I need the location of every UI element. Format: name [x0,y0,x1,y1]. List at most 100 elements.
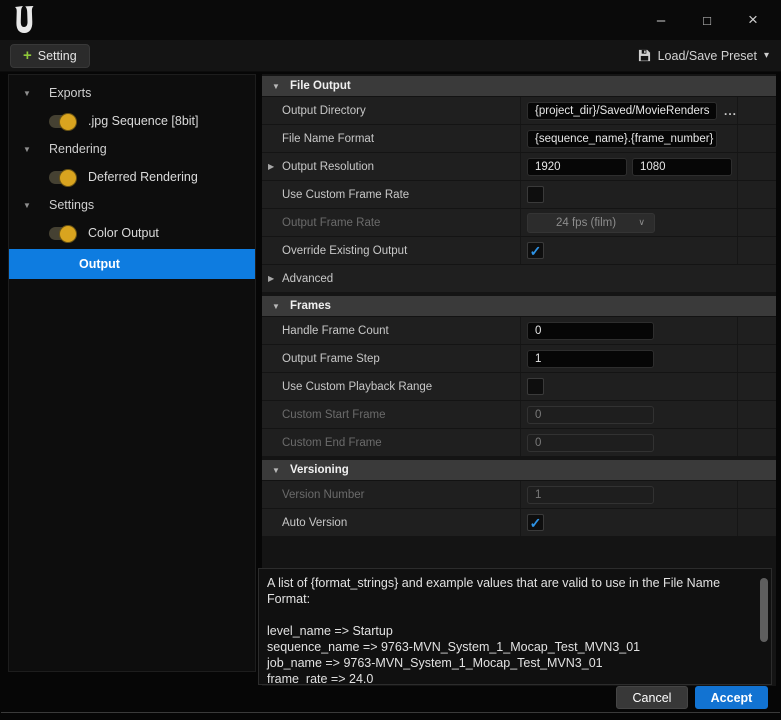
help-text-line [267,607,757,623]
chevron-down-icon: ▼ [272,302,284,311]
version-number-label: Version Number [282,489,364,501]
movie-render-queue-settings-window: – □ × + Setting Load/Save Preset ▾ ▼ Exp… [0,0,781,720]
row-use-custom-frame-rate: Use Custom Frame Rate ✓ [262,181,776,209]
toggle-on-icon[interactable] [49,227,76,240]
custom-end-frame-label: Custom End Frame [282,437,382,449]
file-name-format-label: File Name Format [282,133,374,145]
dialog-footer: Cancel Accept [616,686,768,709]
tree-item-output-selected[interactable]: Output [9,249,255,279]
expand-arrow-icon: ▶ [268,274,274,283]
expand-arrow-icon[interactable]: ▶ [268,162,274,171]
section-title: Frames [290,300,331,312]
tree-item-deferred-rendering[interactable]: Deferred Rendering [9,163,255,191]
settings-tree-sidebar: ▼ Exports .jpg Sequence [8bit] ▼ Renderi… [8,74,256,672]
tree-group-label: Rendering [49,142,107,156]
maximize-button[interactable]: □ [691,7,723,33]
row-advanced-expander[interactable]: ▶ Advanced [262,265,776,293]
title-bar: – □ × [0,0,781,40]
override-existing-output-checkbox[interactable]: ✓ [527,242,544,259]
tree-item-label: Output [79,257,120,271]
help-text-line: level_name => Startup [267,623,757,639]
minimize-button[interactable]: – [645,7,677,33]
section-header-file-output[interactable]: ▼ File Output [262,76,776,97]
auto-version-label: Auto Version [282,517,347,529]
accept-button[interactable]: Accept [695,686,768,709]
handle-frame-count-label: Handle Frame Count [282,325,389,337]
caret-down-icon: ▾ [764,50,769,61]
tree-item-label: .jpg Sequence [8bit] [88,114,199,128]
section-title: Versioning [290,464,349,476]
handle-frame-count-field[interactable]: 0 [527,322,654,340]
tree-group-exports[interactable]: ▼ Exports [9,79,255,107]
chevron-down-icon: ▼ [23,145,37,154]
window-controls: – □ × [645,7,781,33]
close-button[interactable]: × [737,7,769,33]
output-frame-step-field[interactable]: 1 [527,350,654,368]
toggle-on-icon[interactable] [49,171,76,184]
version-number-field: 1 [527,486,654,504]
row-output-resolution: ▶ Output Resolution 1920 1080 [262,153,776,181]
use-custom-frame-rate-checkbox[interactable]: ✓ [527,186,544,203]
resolution-width-field[interactable]: 1920 [527,158,627,176]
row-custom-end-frame: Custom End Frame 0 [262,429,776,457]
row-version-number: Version Number 1 [262,481,776,509]
output-frame-step-label: Output Frame Step [282,353,380,365]
row-override-existing-output: Override Existing Output ✓ [262,237,776,265]
override-existing-output-label: Override Existing Output [282,245,407,257]
row-handle-frame-count: Handle Frame Count 0 [262,317,776,345]
section-header-frames[interactable]: ▼ Frames [262,296,776,317]
toggle-on-icon[interactable] [49,115,76,128]
advanced-label: Advanced [282,273,333,285]
save-icon [638,49,651,62]
output-directory-field[interactable]: {project_dir}/Saved/MovieRenders [527,102,717,120]
custom-end-frame-field: 0 [527,434,654,452]
preset-label: Load/Save Preset [658,49,757,63]
description-scrollbar[interactable] [760,578,768,642]
row-use-custom-playback-range: Use Custom Playback Range ✓ [262,373,776,401]
tree-item-label: Color Output [88,226,159,240]
output-resolution-label: Output Resolution [282,161,374,173]
format-strings-help-box: A list of {format_strings} and example v… [258,568,772,685]
row-file-name-format: File Name Format {sequence_name}.{frame_… [262,125,776,153]
tree-item-color-output[interactable]: Color Output [9,219,255,247]
add-setting-button[interactable]: + Setting [10,44,90,68]
tree-group-label: Exports [49,86,91,100]
tree-group-rendering[interactable]: ▼ Rendering [9,135,255,163]
help-text-line: job_name => 9763-MVN_System_1_Mocap_Test… [267,655,757,671]
chevron-down-icon: ▼ [23,201,37,210]
section-title: File Output [290,80,351,92]
use-custom-playback-range-checkbox[interactable]: ✓ [527,378,544,395]
section-header-versioning[interactable]: ▼ Versioning [262,460,776,481]
check-icon: ✓ [530,244,542,258]
unreal-engine-logo-icon [12,6,38,34]
use-custom-playback-range-label: Use Custom Playback Range [282,381,432,393]
output-directory-label: Output Directory [282,105,366,117]
auto-version-checkbox[interactable]: ✓ [527,514,544,531]
cancel-button[interactable]: Cancel [616,686,688,709]
output-frame-rate-dropdown[interactable]: 24 fps (film) ∨ [527,213,655,233]
output-frame-rate-label: Output Frame Rate [282,217,380,229]
load-save-preset-button[interactable]: Load/Save Preset ▾ [638,49,769,63]
custom-start-frame-label: Custom Start Frame [282,409,386,421]
dropdown-value: 24 fps (film) [556,217,616,229]
tree-group-settings[interactable]: ▼ Settings [9,191,255,219]
row-custom-start-frame: Custom Start Frame 0 [262,401,776,429]
tree-group-label: Settings [49,198,94,212]
help-text-line: sequence_name => 9763-MVN_System_1_Mocap… [267,639,757,655]
custom-start-frame-field: 0 [527,406,654,424]
tree-item-label: Deferred Rendering [88,170,198,184]
resolution-height-field[interactable]: 1080 [632,158,732,176]
help-text-line: A list of {format_strings} and example v… [267,575,757,607]
plus-icon: + [23,48,32,63]
chevron-down-icon: ▼ [272,82,284,91]
file-name-format-field[interactable]: {sequence_name}.{frame_number} [527,130,717,148]
check-icon: ✓ [530,516,542,530]
chevron-down-icon: ▼ [23,89,37,98]
tree-item-jpg-sequence[interactable]: .jpg Sequence [8bit] [9,107,255,135]
row-output-frame-step: Output Frame Step 1 [262,345,776,373]
browse-directory-button[interactable]: ... [724,104,737,118]
use-custom-frame-rate-label: Use Custom Frame Rate [282,189,409,201]
help-text-line: frame_rate => 24.0 [267,671,757,685]
row-output-directory: Output Directory {project_dir}/Saved/Mov… [262,97,776,125]
dropdown-chevron-icon: ∨ [638,217,645,228]
